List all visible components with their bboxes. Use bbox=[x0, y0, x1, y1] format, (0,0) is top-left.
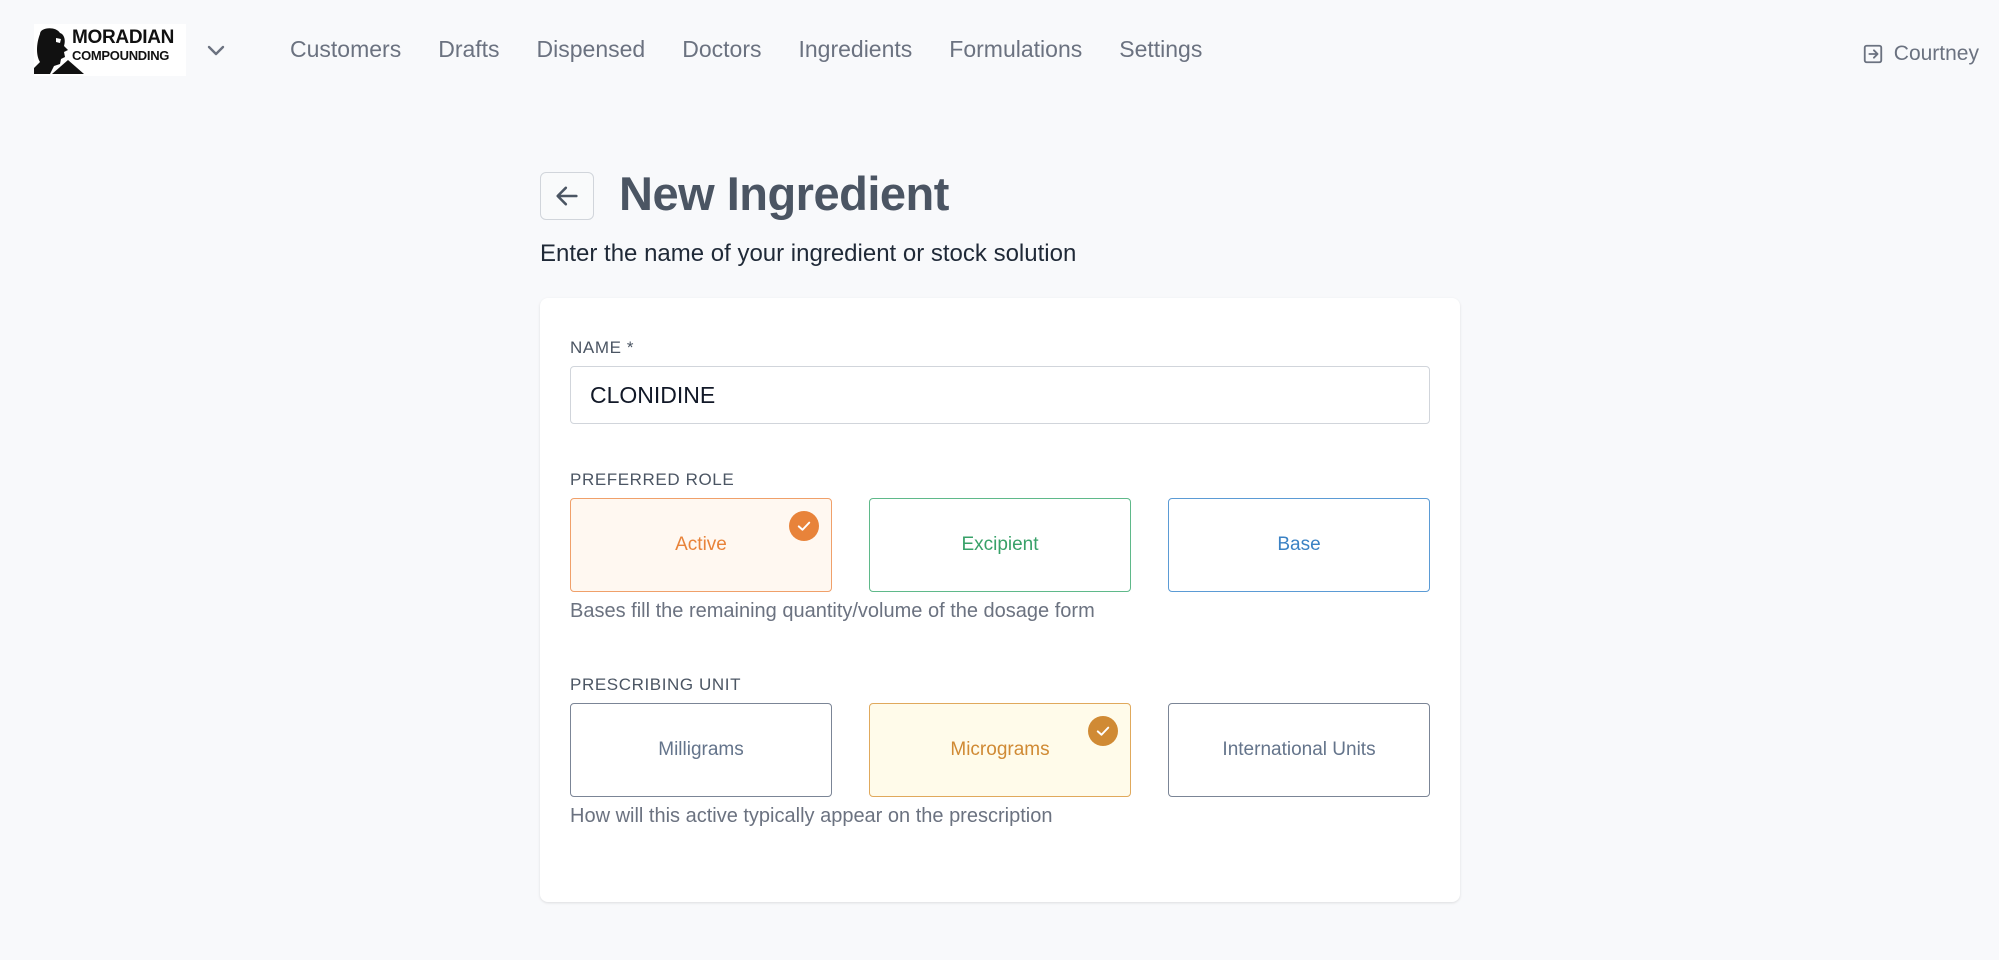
arrow-left-icon bbox=[556, 186, 578, 206]
user-menu[interactable]: Courtney bbox=[1862, 42, 1979, 66]
page-title: New Ingredient bbox=[619, 167, 949, 220]
page-subtitle: Enter the name of your ingredient or sto… bbox=[540, 240, 1077, 267]
name-input[interactable] bbox=[570, 366, 1430, 424]
role-option-active[interactable]: Active bbox=[570, 498, 832, 592]
brand-name-line2: COMPOUNDING bbox=[72, 48, 170, 63]
unit-option-label: Micrograms bbox=[950, 739, 1050, 760]
unit-option-milligrams[interactable]: Milligrams bbox=[570, 703, 832, 797]
nav-item-drafts[interactable]: Drafts bbox=[438, 36, 499, 63]
ingredient-form-card: NAME * PREFERRED ROLE Active Excipient B… bbox=[540, 298, 1460, 902]
unit-option-label: Milligrams bbox=[658, 739, 744, 760]
role-option-base[interactable]: Base bbox=[1168, 498, 1430, 592]
main-nav: Customers Drafts Dispensed Doctors Ingre… bbox=[290, 36, 1239, 63]
unit-option-international-units[interactable]: International Units bbox=[1168, 703, 1430, 797]
brand-name: MORADIAN COMPOUNDING bbox=[72, 28, 184, 62]
role-option-label: Excipient bbox=[961, 534, 1039, 555]
brand-logo[interactable]: MORADIAN COMPOUNDING bbox=[34, 24, 186, 76]
role-option-label: Active bbox=[675, 534, 727, 555]
prescribing-unit-help: How will this active typically appear on… bbox=[570, 805, 1053, 827]
preferred-role-help: Bases fill the remaining quantity/volume… bbox=[570, 600, 1095, 622]
nav-item-settings[interactable]: Settings bbox=[1119, 36, 1202, 63]
unit-option-micrograms[interactable]: Micrograms bbox=[869, 703, 1131, 797]
chevron-down-icon[interactable] bbox=[204, 38, 228, 62]
checkmark-icon bbox=[1088, 716, 1118, 746]
name-field-label: NAME * bbox=[570, 338, 635, 357]
unit-option-label: International Units bbox=[1222, 739, 1376, 760]
nav-item-ingredients[interactable]: Ingredients bbox=[798, 36, 912, 63]
role-option-label: Base bbox=[1277, 534, 1321, 555]
logout-icon bbox=[1863, 44, 1882, 64]
nav-item-customers[interactable]: Customers bbox=[290, 36, 401, 63]
brand-name-line1: MORADIAN bbox=[72, 27, 175, 48]
nav-item-formulations[interactable]: Formulations bbox=[949, 36, 1082, 63]
prescribing-unit-label: PRESCRIBING UNIT bbox=[570, 675, 742, 694]
nav-item-doctors[interactable]: Doctors bbox=[682, 36, 761, 63]
top-navigation-bar: MORADIAN COMPOUNDING Customers Drafts Di… bbox=[0, 0, 1999, 100]
back-button[interactable] bbox=[540, 172, 594, 220]
checkmark-icon bbox=[789, 511, 819, 541]
nav-item-dispensed[interactable]: Dispensed bbox=[537, 36, 646, 63]
role-option-excipient[interactable]: Excipient bbox=[869, 498, 1131, 592]
user-name: Courtney bbox=[1893, 42, 1979, 65]
preferred-role-label: PREFERRED ROLE bbox=[570, 470, 735, 489]
